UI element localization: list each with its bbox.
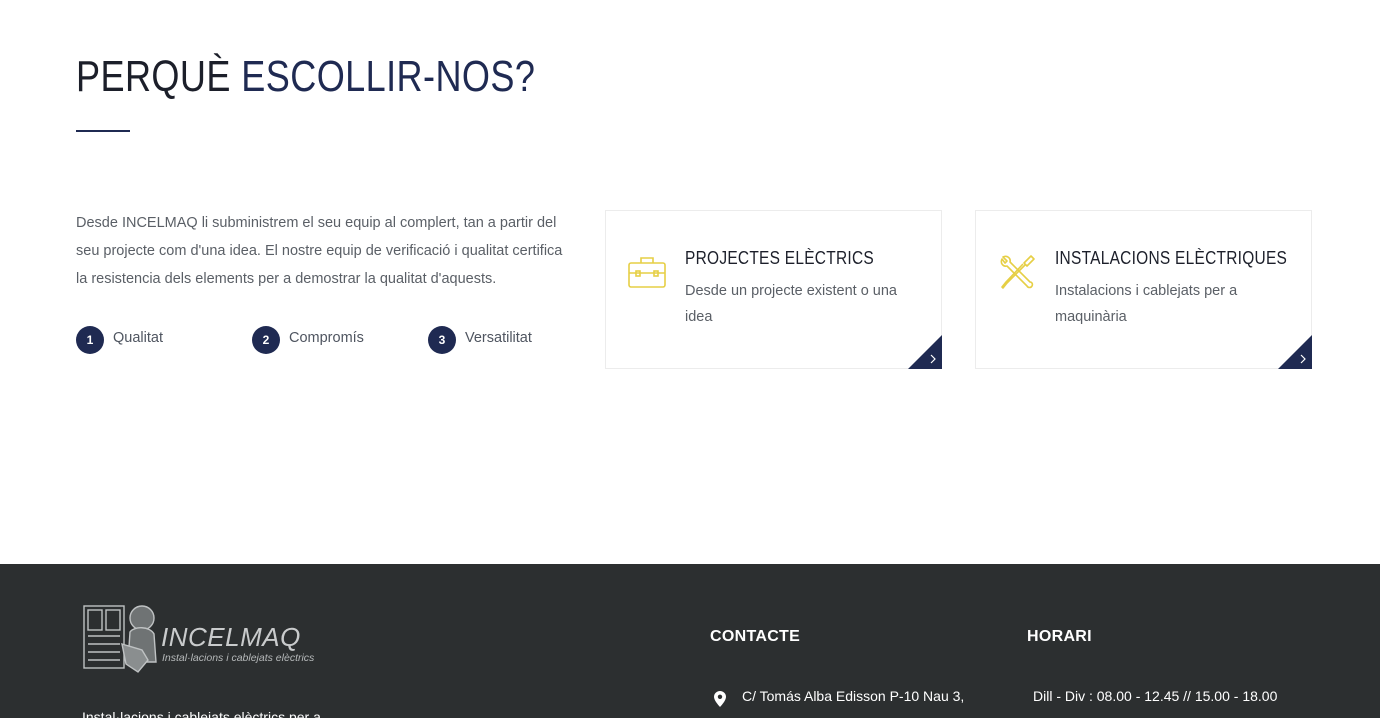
logo-wordmark: INCELMAQ [161, 622, 301, 652]
location-pin-icon [714, 691, 726, 707]
card-instalacions-electriques[interactable]: INSTALACIONS ELÈCTRIQUES Instalacions i … [975, 210, 1312, 369]
title-underline [76, 130, 130, 132]
card-text: Instalacions i cablejats per a maquinàri… [1055, 283, 1238, 325]
chevron-right-icon[interactable] [1278, 335, 1312, 369]
wrench-screwdriver-icon [1000, 255, 1035, 289]
page-title: PERQUÈ ESCOLLIR-NOS? [76, 52, 535, 102]
hours-heading: HORARI [1027, 628, 1092, 645]
card-text: Desde un projecte existent o una idea [685, 283, 897, 325]
feature-item-qualitat: 1 Qualitat [76, 326, 163, 354]
feature-number-badge: 2 [252, 326, 280, 354]
chevron-right-icon[interactable] [908, 335, 942, 369]
logo-tagline: Instal·lacions i cablejats elèctrics [162, 652, 315, 664]
toolbox-icon [628, 257, 666, 288]
feature-label: Qualitat [113, 330, 163, 346]
card-title: INSTALACIONS ELÈCTRIQUES [1055, 248, 1288, 268]
card-title: PROJECTES ELÈCTRICS [685, 248, 874, 268]
opening-hours: Dill - Div : 08.00 - 12.45 // 15.00 - 18… [1033, 688, 1278, 704]
intro-paragraph: Desde INCELMAQ li subministrem el seu eq… [76, 215, 563, 287]
title-part-2: ESCOLLIR-NOS? [241, 52, 536, 101]
feature-item-compromis: 2 Compromís [252, 326, 364, 354]
footer-description: Instal·lacions i cablejats elèctrics per… [82, 709, 321, 718]
card-projectes-electrics[interactable]: PROJECTES ELÈCTRICS Desde un projecte ex… [605, 210, 942, 369]
site-footer: INCELMAQ Instal·lacions i cablejats elèc… [0, 564, 1380, 718]
title-part-1: PERQUÈ [76, 52, 231, 101]
feature-label: Compromís [289, 330, 364, 346]
feature-number-badge: 3 [428, 326, 456, 354]
feature-list: 1 Qualitat 2 Compromís 3 Versatilitat [76, 326, 576, 356]
feature-label: Versatilitat [465, 330, 532, 346]
feature-item-versatilitat: 3 Versatilitat [428, 326, 532, 354]
contact-address: C/ Tomás Alba Edisson P-10 Nau 3, [742, 688, 965, 704]
feature-number-badge: 1 [76, 326, 104, 354]
contact-heading: CONTACTE [710, 628, 801, 645]
